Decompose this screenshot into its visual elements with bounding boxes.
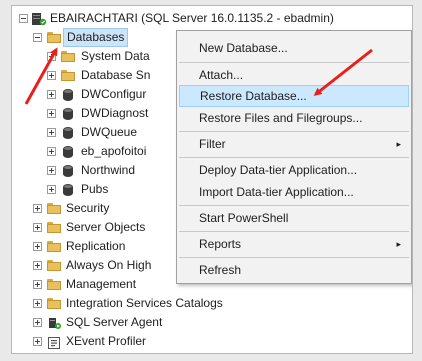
server-label: EBAIRACHTARI (SQL Server 16.0.1135.2 - e… <box>50 11 334 25</box>
tree-node-always-on[interactable]: Always On High <box>12 256 172 275</box>
submenu-arrow-icon: ▸ <box>396 239 401 249</box>
expand-toggle[interactable] <box>47 185 56 194</box>
folder-icon <box>47 222 61 233</box>
expand-toggle[interactable] <box>33 337 42 346</box>
expand-toggle[interactable] <box>33 318 42 327</box>
tree-node-database-snapshots[interactable]: Database Sn <box>12 66 172 85</box>
menu-item-restore-files[interactable]: Restore Files and Filegroups... <box>179 107 409 129</box>
tree-node-xevent-profiler[interactable]: XEvent Profiler <box>12 332 412 351</box>
context-menu: New Database... Attach... Restore Databa… <box>176 30 412 284</box>
tree-node-db[interactable]: eb_apofoitoi <box>12 142 172 161</box>
server-icon <box>31 12 47 26</box>
tree-label: System Data <box>81 49 150 63</box>
menu-separator <box>179 62 409 63</box>
menu-separator <box>179 231 409 232</box>
tree-label: Replication <box>66 239 126 253</box>
expand-toggle[interactable] <box>47 52 56 61</box>
tree-node-db[interactable]: DWDiagnost <box>12 104 172 123</box>
submenu-arrow-icon: ▸ <box>396 139 401 149</box>
menu-separator <box>179 257 409 258</box>
databases-label: Databases <box>63 28 129 47</box>
collapse-toggle[interactable] <box>19 14 28 23</box>
menu-separator <box>179 131 409 132</box>
tree-label: SQL Server Agent <box>66 315 163 329</box>
tree-node-db[interactable]: Northwind <box>12 161 172 180</box>
folder-icon <box>47 241 61 252</box>
tree-node-db[interactable]: DWQueue <box>12 123 172 142</box>
menu-separator <box>179 157 409 158</box>
menu-item-label: Attach... <box>199 68 244 82</box>
expand-toggle[interactable] <box>33 223 42 232</box>
sql-agent-icon <box>48 316 62 330</box>
tree-label: Database Sn <box>81 68 151 82</box>
menu-item-label: Restore Database... <box>200 89 307 103</box>
tree-label: XEvent Profiler <box>66 334 147 348</box>
database-icon <box>63 146 73 158</box>
tree-label: Integration Services Catalogs <box>66 296 223 310</box>
expand-toggle[interactable] <box>33 299 42 308</box>
expand-toggle[interactable] <box>47 166 56 175</box>
xevent-profiler-icon <box>48 336 60 349</box>
folder-icon <box>61 70 75 81</box>
menu-item-import-data-tier[interactable]: Import Data-tier Application... <box>179 181 409 203</box>
folder-icon <box>47 260 61 271</box>
collapse-toggle[interactable] <box>33 33 42 42</box>
tree-label: Northwind <box>81 163 136 177</box>
expand-toggle[interactable] <box>47 147 56 156</box>
menu-item-label: Filter <box>199 137 226 151</box>
database-icon <box>63 108 73 120</box>
folder-icon <box>61 51 75 62</box>
menu-item-refresh[interactable]: Refresh <box>179 259 409 281</box>
database-icon <box>63 127 73 139</box>
folder-icon <box>47 203 61 214</box>
menu-item-attach[interactable]: Attach... <box>179 64 409 86</box>
menu-item-reports[interactable]: Reports ▸ <box>179 233 409 255</box>
expand-toggle[interactable] <box>33 280 42 289</box>
folder-icon <box>47 279 61 290</box>
menu-item-label: Import Data-tier Application... <box>199 185 354 199</box>
expand-toggle[interactable] <box>47 71 56 80</box>
menu-item-label: Restore Files and Filegroups... <box>199 111 363 125</box>
expand-toggle[interactable] <box>33 261 42 270</box>
tree-label: Server Objects <box>66 220 146 234</box>
tree-label: Pubs <box>81 182 109 196</box>
menu-item-filter[interactable]: Filter ▸ <box>179 133 409 155</box>
object-explorer-panel: EBAIRACHTARI (SQL Server 16.0.1135.2 - e… <box>11 5 413 354</box>
menu-item-deploy-data-tier[interactable]: Deploy Data-tier Application... <box>179 159 409 181</box>
tree-node-db[interactable]: DWConfigur <box>12 85 172 104</box>
tree-node-system-databases[interactable]: System Data <box>12 47 172 66</box>
tree-node-db[interactable]: Pubs <box>12 180 172 199</box>
tree-node-integration-services[interactable]: Integration Services Catalogs <box>12 294 412 313</box>
menu-item-new-database[interactable]: New Database... <box>179 37 409 59</box>
menu-item-label: Start PowerShell <box>199 211 289 225</box>
tree-label: DWConfigur <box>81 87 147 101</box>
tree-label: eb_apofoitoi <box>81 144 147 158</box>
tree-label: Always On High <box>66 258 152 272</box>
tree-label: Security <box>66 201 110 215</box>
folder-icon <box>47 298 61 309</box>
expand-toggle[interactable] <box>47 128 56 137</box>
menu-item-start-powershell[interactable]: Start PowerShell <box>179 207 409 229</box>
tree-label: DWDiagnost <box>81 106 149 120</box>
menu-item-label: Reports <box>199 237 242 251</box>
menu-item-label: New Database... <box>199 41 288 55</box>
menu-item-restore-database[interactable]: Restore Database... <box>179 85 409 107</box>
tree-label: Management <box>66 277 137 291</box>
database-icon <box>63 165 73 177</box>
expand-toggle[interactable] <box>33 242 42 251</box>
tree-node-sql-agent[interactable]: SQL Server Agent <box>12 313 412 332</box>
folder-icon <box>47 32 61 43</box>
menu-item-label: Refresh <box>199 263 242 277</box>
menu-separator <box>179 205 409 206</box>
tree-label: DWQueue <box>81 125 138 139</box>
expand-toggle[interactable] <box>47 90 56 99</box>
database-icon <box>63 89 73 101</box>
menu-item-label: Deploy Data-tier Application... <box>199 163 358 177</box>
expand-toggle[interactable] <box>33 204 42 213</box>
expand-toggle[interactable] <box>47 109 56 118</box>
tree-node-server[interactable]: EBAIRACHTARI (SQL Server 16.0.1135.2 - e… <box>12 9 412 28</box>
database-icon <box>63 184 73 196</box>
tree-node-databases[interactable]: Databases <box>12 28 172 47</box>
